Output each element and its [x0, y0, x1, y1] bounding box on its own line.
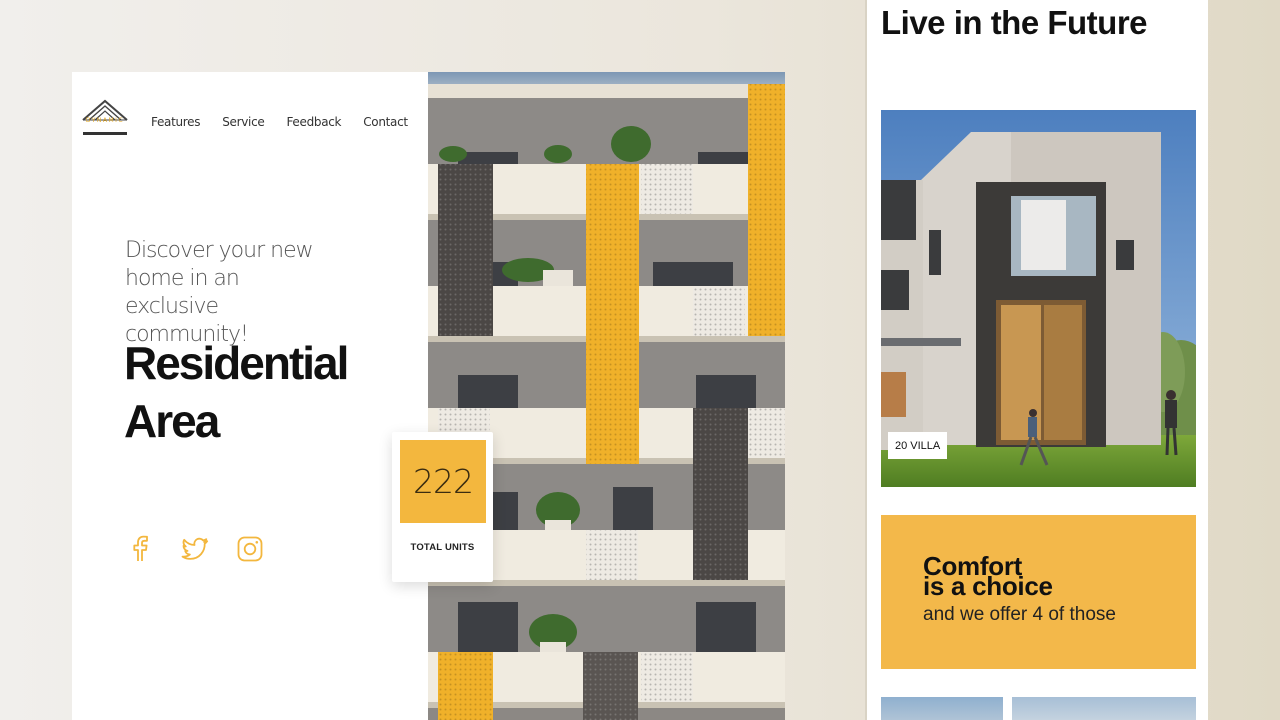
instagram-icon[interactable]: [235, 534, 265, 564]
units-count: 222: [413, 462, 474, 501]
hero-content: DYNAMIC Features Service Feedback Contac…: [72, 72, 428, 720]
nav-item-contact[interactable]: Contact: [363, 115, 408, 129]
villa-count-badge: 20 VILLA: [888, 432, 948, 459]
units-label: TOTAL UNITS: [410, 542, 475, 553]
hero-headline: Residential Area: [124, 337, 349, 447]
nav-item-features[interactable]: Features: [151, 115, 201, 129]
comfort-heading-line2: is a choice: [923, 571, 1053, 601]
total-units-card: 222 TOTAL UNITS: [392, 432, 493, 582]
gallery-thumbnail[interactable]: [881, 697, 1003, 720]
side-mockup-panel: Live in the Future 20 VILLA Comfort is a…: [865, 0, 1208, 720]
twitter-icon[interactable]: [180, 534, 210, 564]
hero-tagline: Discover your new home in an exclusive c…: [125, 238, 314, 347]
nav-item-service[interactable]: Service: [222, 115, 265, 129]
social-links: [125, 534, 265, 564]
gallery-thumbnail[interactable]: [1012, 697, 1196, 720]
brand-name: DYNAMIC: [85, 117, 125, 124]
main-nav: Features Service Feedback Contact: [151, 115, 430, 129]
brand-logo[interactable]: DYNAMIC: [81, 98, 129, 138]
comfort-callout: Comfort is a choice and we offer 4 of th…: [881, 515, 1196, 669]
comfort-subtext: and we offer 4 of those: [923, 604, 1116, 625]
hero-mockup-card: DYNAMIC Features Service Feedback Contac…: [72, 72, 785, 720]
panel-title: Live in the Future: [881, 4, 1148, 41]
units-count-box: 222: [400, 440, 486, 523]
nav-item-feedback[interactable]: Feedback: [286, 115, 341, 129]
facebook-icon[interactable]: [125, 534, 155, 564]
building-facade-image: [428, 72, 785, 720]
logo-underline: [83, 132, 127, 135]
villa-image[interactable]: 20 VILLA: [881, 110, 1196, 487]
